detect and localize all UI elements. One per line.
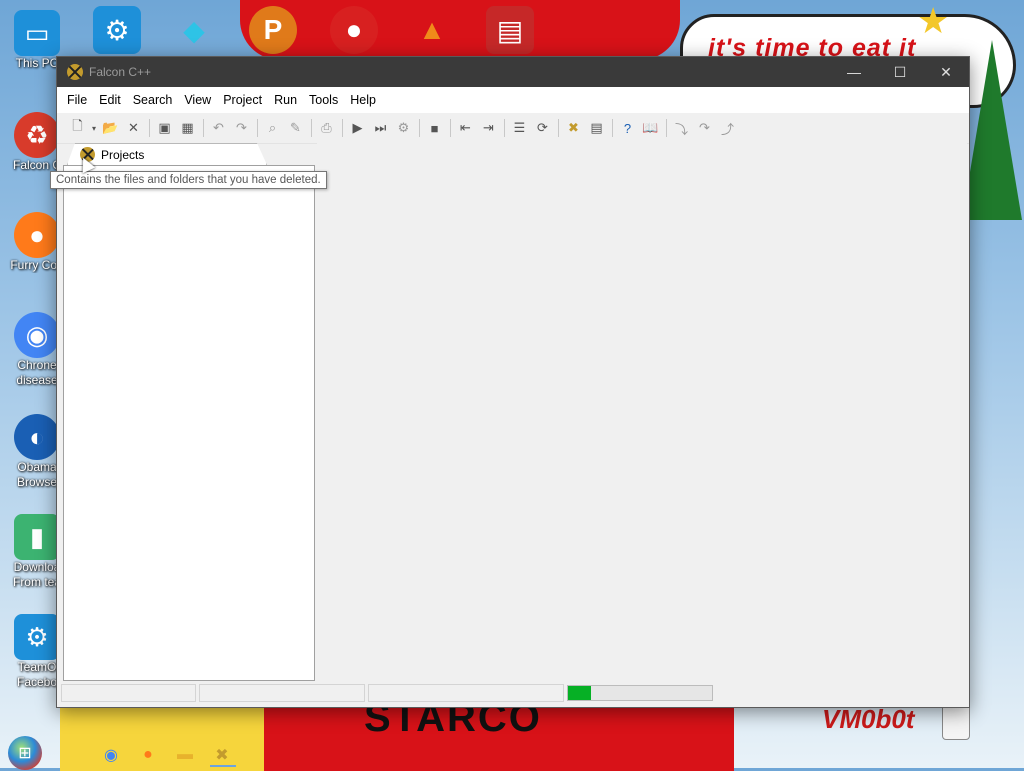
menu-run[interactable]: Run xyxy=(268,93,303,107)
obama-logo-icon: ◐ xyxy=(14,414,60,460)
toolbar-separator xyxy=(504,119,505,137)
download-icon: ▮ xyxy=(14,514,60,560)
menu-file[interactable]: File xyxy=(61,93,93,107)
save-all-icon[interactable]: ▦ xyxy=(177,118,198,139)
progress-fill xyxy=(568,686,592,700)
refresh-icon[interactable]: ⟳ xyxy=(532,118,553,139)
wallpaper-signature: VM0b0t xyxy=(822,704,915,734)
undo-icon[interactable]: ↶ xyxy=(208,118,229,139)
step-out-icon[interactable]: ⤴ xyxy=(717,118,738,139)
firefox-icon[interactable]: ● xyxy=(137,744,159,766)
falcon-icon[interactable]: ✖ xyxy=(211,744,233,766)
minimize-button[interactable]: — xyxy=(831,57,877,87)
toolbar-separator xyxy=(203,119,204,137)
falcon-icon[interactable]: ✖ xyxy=(563,118,584,139)
stop-icon[interactable]: ■ xyxy=(424,118,445,139)
wallpaper-red-shape xyxy=(240,0,680,60)
toolbar: 🗋 ▾ 📂 ✕ ▣ ▦ ↶ ↷ ⌕ ✎ ⎙ ▶ ⏭ ⚙ ■ ⇤ ⇥ ☰ ⟳ ✖ … xyxy=(57,113,969,144)
editor-area[interactable] xyxy=(317,143,967,679)
star-icon: ★ xyxy=(917,0,950,41)
build-icon[interactable]: ⚙ xyxy=(393,118,414,139)
tab-projects-label: Projects xyxy=(101,147,145,162)
book-icon[interactable]: 📖 xyxy=(640,118,661,139)
redo-icon[interactable]: ↷ xyxy=(231,118,252,139)
menu-help[interactable]: Help xyxy=(344,93,382,107)
toolbar-separator xyxy=(419,119,420,137)
toolbar-separator xyxy=(612,119,613,137)
toolbar-separator xyxy=(149,119,150,137)
dropdown-arrow-icon[interactable]: ▾ xyxy=(90,118,98,139)
toolbar-separator xyxy=(311,119,312,137)
toolbar-separator xyxy=(558,119,559,137)
maximize-button[interactable]: ☐ xyxy=(877,57,923,87)
status-cell xyxy=(368,684,564,702)
properties-icon[interactable]: ▤ xyxy=(586,118,607,139)
cone-icon[interactable]: ▲ xyxy=(408,6,456,54)
print-icon[interactable]: ⎙ xyxy=(316,118,337,139)
tooltip: Contains the files and folders that you … xyxy=(50,171,327,189)
menu-tools[interactable]: Tools xyxy=(303,93,344,107)
projects-tree[interactable] xyxy=(63,165,315,681)
desktop-icon-label: TeamO Facebo xyxy=(16,660,58,689)
progress-bar xyxy=(567,685,713,701)
desktop-icon-label: Chrone disease xyxy=(16,358,58,387)
folder-icon[interactable]: ▬ xyxy=(174,744,196,766)
menu-edit[interactable]: Edit xyxy=(93,93,127,107)
toolbar-separator xyxy=(666,119,667,137)
windows-logo-icon[interactable]: ⊞ xyxy=(8,736,42,770)
recycle-bin-icon: ♻ xyxy=(14,112,60,158)
back-icon[interactable]: ⇤ xyxy=(455,118,476,139)
replace-icon[interactable]: ✎ xyxy=(285,118,306,139)
list-icon[interactable]: ☰ xyxy=(509,118,530,139)
run-icon[interactable]: ▶ xyxy=(347,118,368,139)
falcon-icon xyxy=(67,64,83,80)
tab-projects[interactable]: Projects xyxy=(67,143,267,165)
menu-project[interactable]: Project xyxy=(217,93,268,107)
step-into-icon[interactable]: ⤵ xyxy=(671,118,692,139)
save-icon[interactable]: ▣ xyxy=(154,118,175,139)
diamond-icon[interactable]: ◆ xyxy=(170,6,218,54)
toolbar-separator xyxy=(342,119,343,137)
bird-icon[interactable]: ● xyxy=(330,6,378,54)
close-icon[interactable]: ✕ xyxy=(123,118,144,139)
chrome-icon[interactable]: ◉ xyxy=(100,744,122,766)
find-icon[interactable]: ⌕ xyxy=(262,118,283,139)
title-bar[interactable]: Falcon C++ — ☐ ✕ xyxy=(57,57,969,87)
step-icon[interactable]: ⏭ xyxy=(370,118,391,139)
desktop-icon-label: Obama Browse xyxy=(16,460,57,489)
new-file-icon[interactable]: 🗋 xyxy=(67,118,88,139)
help-icon[interactable]: ? xyxy=(617,118,638,139)
firefox-icon: ● xyxy=(14,212,60,258)
desktop-icon-label: Downloa From tea xyxy=(12,560,61,589)
status-cell xyxy=(61,684,196,702)
menu-search[interactable]: Search xyxy=(127,93,179,107)
gear-icon: ⚙ xyxy=(14,614,60,660)
falcon-window: Falcon C++ — ☐ ✕ File Edit Search View P… xyxy=(56,56,970,708)
menu-bar: File Edit Search View Project Run Tools … xyxy=(57,87,969,113)
monitor-icon: ▭ xyxy=(14,10,60,56)
gear-icon[interactable]: ⚙ xyxy=(93,6,141,54)
window-controls: — ☐ ✕ xyxy=(831,57,969,87)
window-title: Falcon C++ xyxy=(89,65,152,79)
active-app-indicator xyxy=(210,765,236,767)
christmas-tree-icon xyxy=(962,40,1022,220)
status-bar xyxy=(61,683,965,703)
menu-view[interactable]: View xyxy=(178,93,217,107)
document-icon[interactable]: ▤ xyxy=(486,6,534,54)
toolbar-separator xyxy=(450,119,451,137)
step-over-icon[interactable]: ↷ xyxy=(694,118,715,139)
close-button[interactable]: ✕ xyxy=(923,57,969,87)
p-logo-icon[interactable]: P xyxy=(249,6,297,54)
status-cell xyxy=(199,684,365,702)
open-folder-icon[interactable]: 📂 xyxy=(100,118,121,139)
forward-icon[interactable]: ⇥ xyxy=(478,118,499,139)
chrome-icon: ◉ xyxy=(14,312,60,358)
toolbar-separator xyxy=(257,119,258,137)
